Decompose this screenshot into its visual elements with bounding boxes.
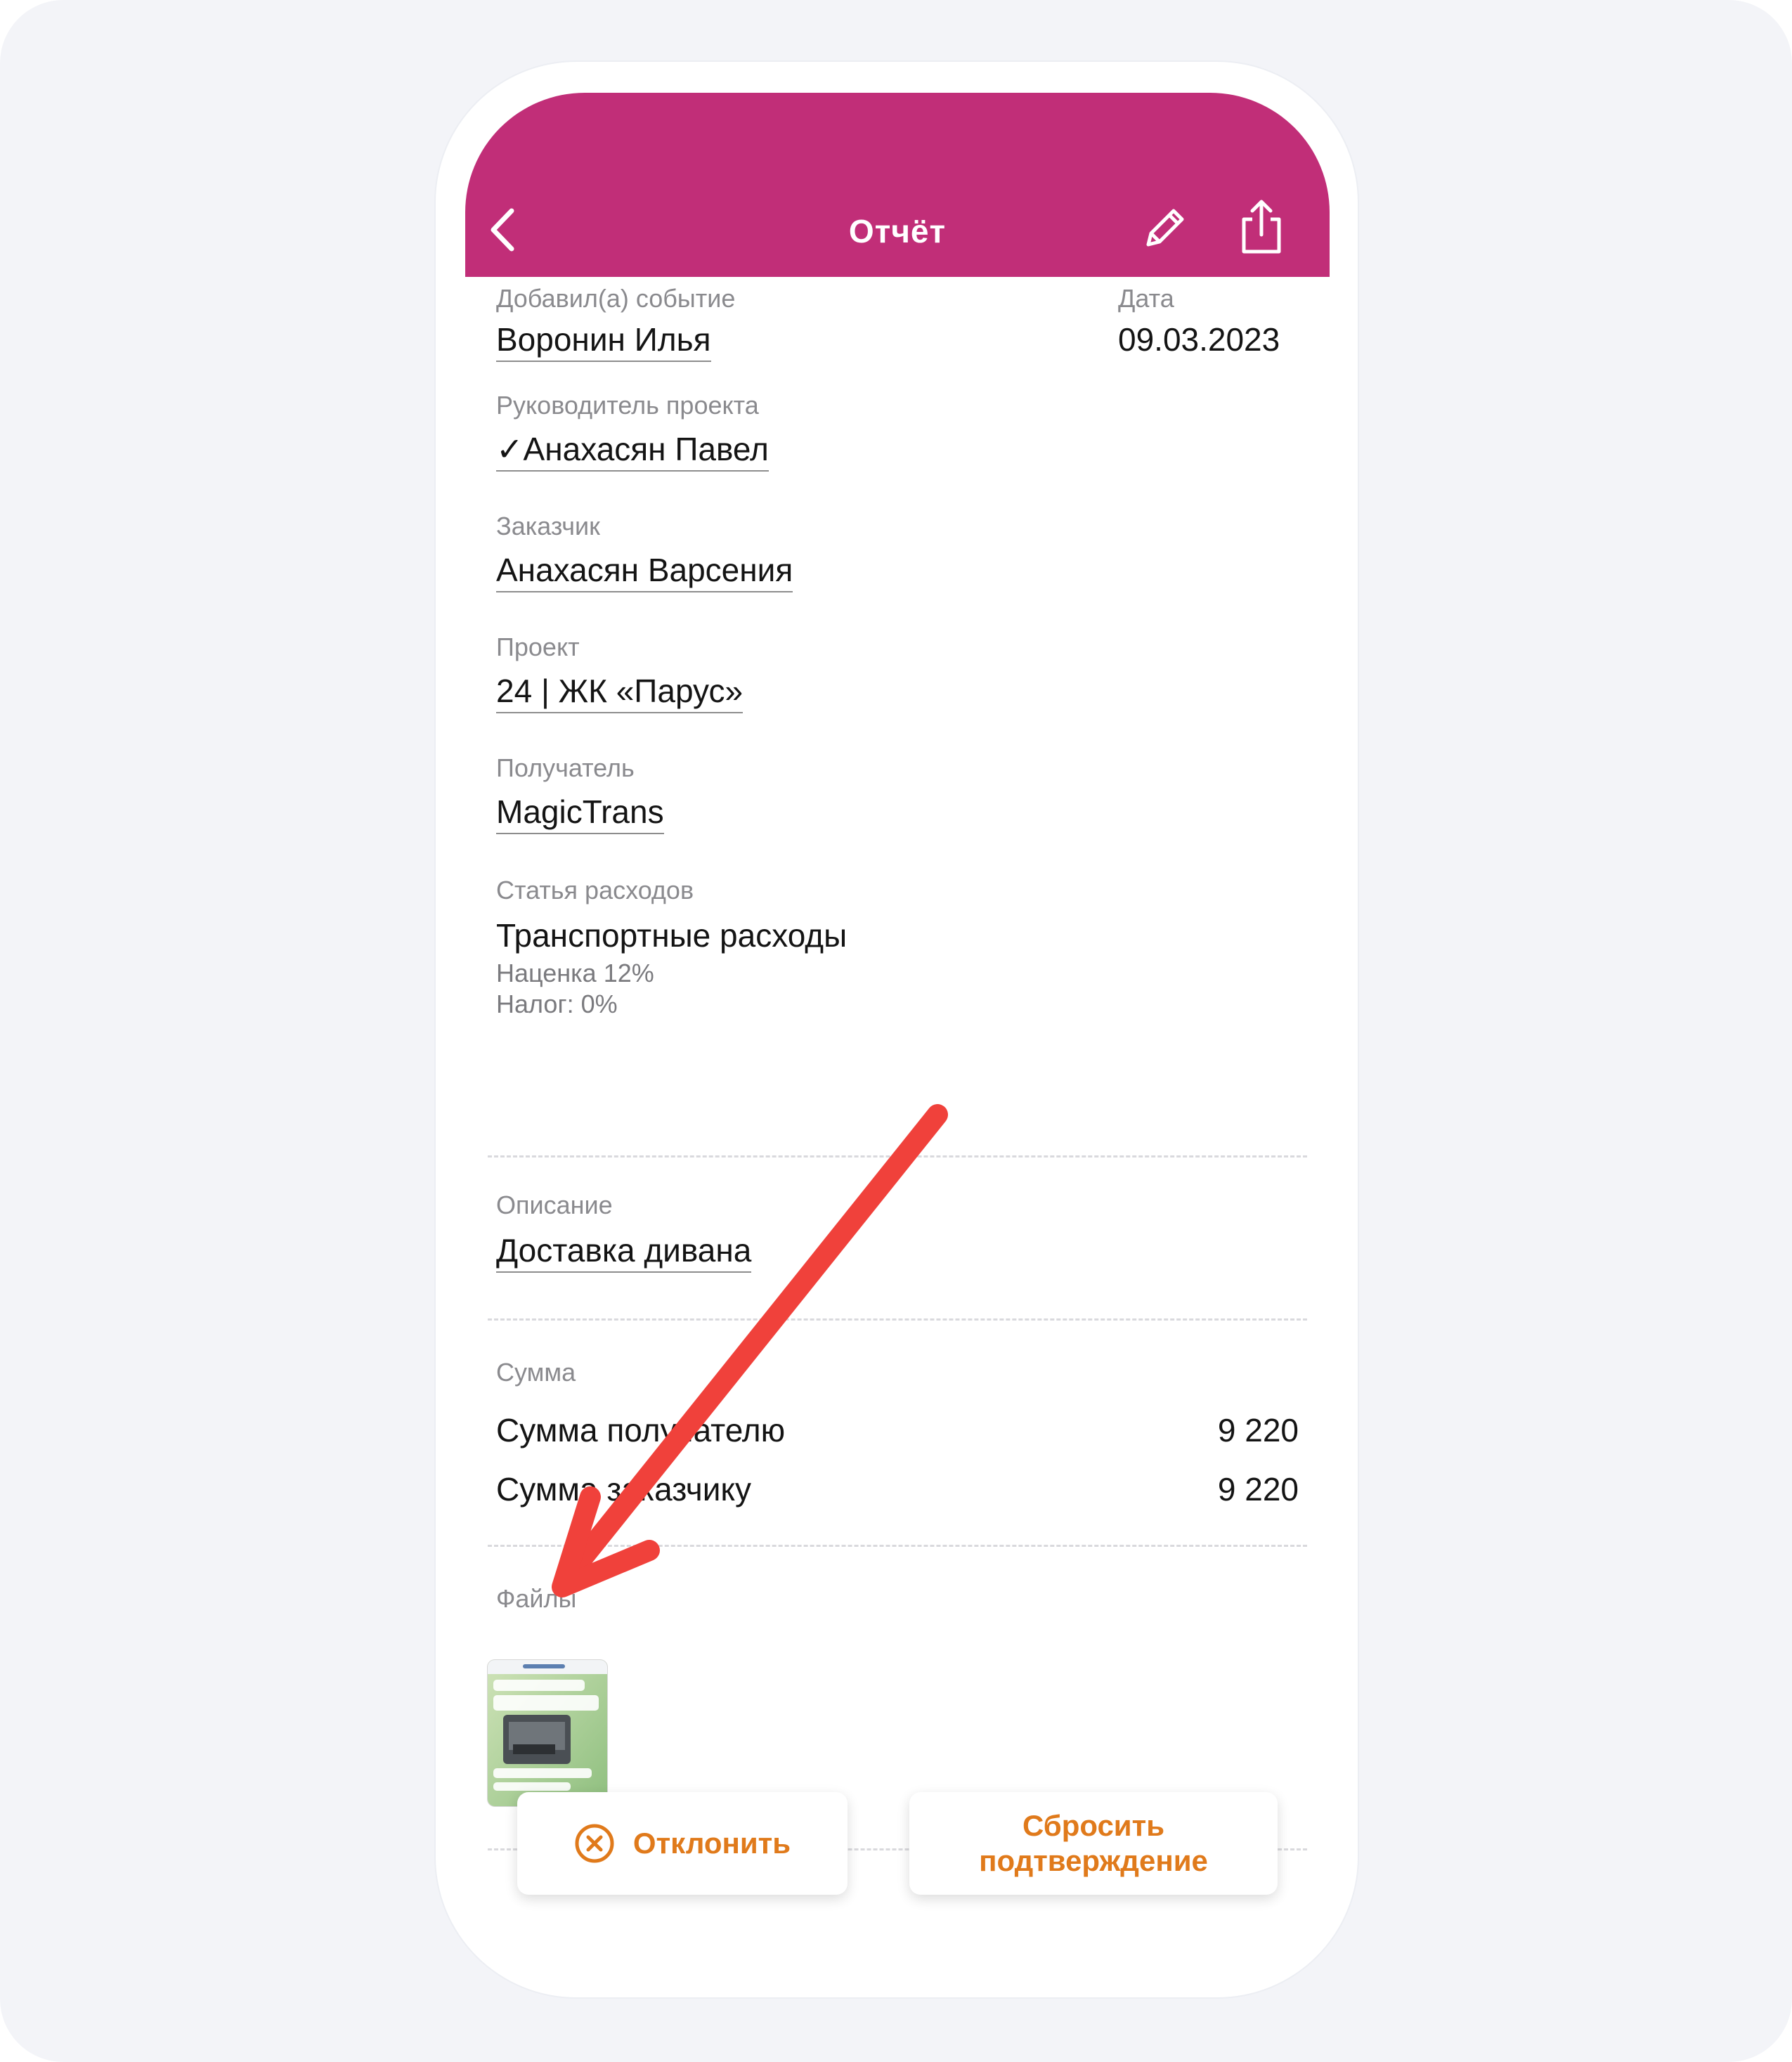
files-label: Файлы: [496, 1584, 577, 1613]
customer-label: Заказчик: [496, 512, 600, 540]
sum-label: Сумма: [496, 1358, 576, 1387]
expense-value: Транспортные расходы: [496, 917, 848, 954]
app-header: Отчёт: [465, 93, 1330, 277]
markup-text: Наценка 12%: [496, 959, 654, 987]
expense-label: Статья расходов: [496, 876, 694, 904]
close-circle-icon: [575, 1824, 614, 1863]
recipient-sum-label: Сумма получателю: [496, 1412, 786, 1448]
recipient-label: Получатель: [496, 753, 635, 782]
project-label: Проект: [496, 633, 580, 661]
date-value: 09.03.2023: [1118, 321, 1280, 358]
pm-value[interactable]: ✓Анахасян Павел: [496, 430, 769, 472]
tax-text: Налог: 0%: [496, 990, 618, 1018]
reject-button[interactable]: Отклонить: [517, 1792, 848, 1895]
added-by-value[interactable]: Воронин Илья: [496, 320, 711, 362]
divider: [488, 1545, 1307, 1547]
report-content: Добавил(а) событие Воронин Илья Дата 09.…: [465, 277, 1330, 1920]
date-label: Дата: [1118, 284, 1174, 313]
project-value[interactable]: 24 | ЖК «Парус»: [496, 672, 744, 713]
customer-sum-value: 9 220: [1217, 1471, 1299, 1507]
reset-button-line2: подтверждение: [979, 1844, 1208, 1877]
recipient-value[interactable]: MagicTrans: [496, 793, 664, 834]
divider: [488, 1318, 1307, 1321]
reset-confirmation-button[interactable]: Сбросить подтверждение: [909, 1792, 1278, 1895]
added-by-label: Добавил(а) событие: [496, 284, 736, 313]
customer-sum-label: Сумма заказчику: [496, 1471, 752, 1507]
reject-button-label: Отклонить: [632, 1827, 791, 1860]
share-icon[interactable]: [1238, 198, 1285, 256]
page-title: Отчёт: [848, 213, 947, 249]
reset-button-line1: Сбросить: [1022, 1809, 1165, 1842]
customer-value[interactable]: Анахасян Варсения: [496, 551, 793, 592]
divider: [488, 1155, 1307, 1158]
description-value[interactable]: Доставка дивана: [496, 1231, 752, 1273]
description-label: Описание: [496, 1191, 613, 1219]
pencil-icon[interactable]: [1138, 204, 1189, 254]
recipient-sum-value: 9 220: [1217, 1412, 1299, 1448]
file-thumbnail[interactable]: [488, 1660, 607, 1806]
pm-label: Руководитель проекта: [496, 391, 759, 420]
phone-screen: Отчёт Добавил(а) событие Воронин Илья Да…: [465, 93, 1330, 1920]
